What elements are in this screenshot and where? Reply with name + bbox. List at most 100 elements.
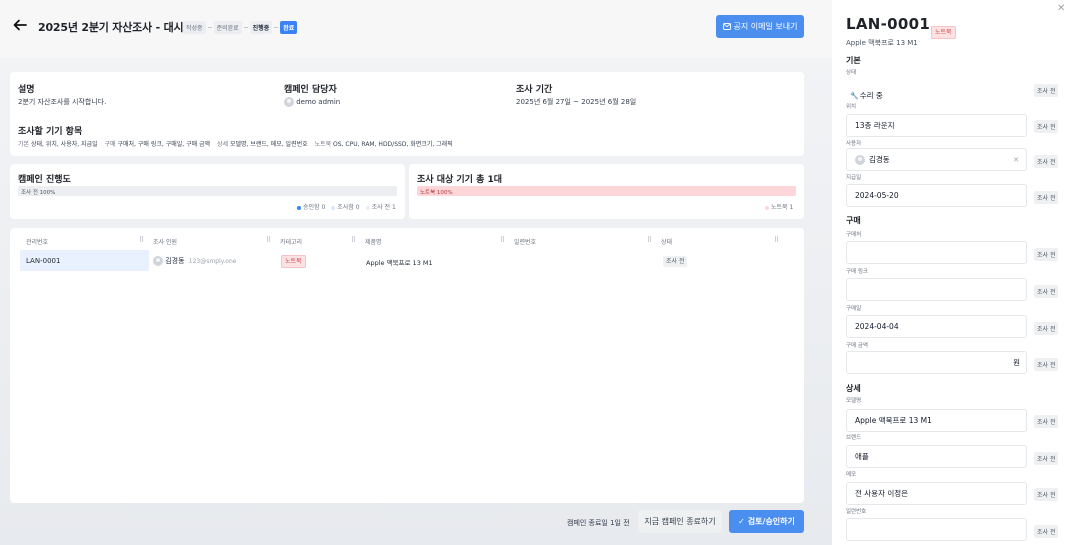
user-name: 김경동	[869, 155, 890, 164]
status-value-text: 수리 중	[859, 91, 883, 100]
legend-dot	[765, 205, 769, 210]
legend-not-surveyed: 조사 전 1	[365, 202, 396, 211]
column-header-status[interactable]: 상태	[661, 237, 672, 246]
target-bar-label: 노트북 100%	[420, 190, 453, 196]
cell-person: 김경동 123@smply.one	[153, 256, 236, 266]
avatar	[284, 97, 294, 107]
person-name: 김경동	[165, 257, 185, 265]
target-label: 조사 대상 기기 총 1대	[417, 175, 503, 185]
page-title: 2025년 2분기 자산조사 - 대시보드	[38, 21, 204, 34]
field-status-chip: 조사 전	[1034, 415, 1059, 428]
person-email: 123@smply.one	[188, 258, 237, 265]
column-header-id[interactable]: 관리번호	[26, 237, 48, 246]
purchase-link-input[interactable]	[846, 278, 1027, 301]
end-campaign-now-button[interactable]: 지금 캠페인 종료하기	[638, 510, 722, 533]
issue-date-input[interactable]: 2024-05-20	[846, 184, 1027, 207]
target-bar-fill	[417, 186, 796, 196]
vendor-input[interactable]	[846, 241, 1027, 264]
status-badge: 조사 전	[663, 256, 688, 267]
device-model-subtitle: Apple 맥북프로 13 M1	[846, 39, 918, 47]
field-label-status: 상태	[846, 70, 857, 76]
group-name: 기본	[18, 141, 30, 148]
field-status-chip: 조사 전	[1034, 155, 1059, 168]
field-label-user: 사용자	[846, 141, 862, 147]
dashboard-main: 2025년 2분기 자산조사 - 대시보드 작성중 준비완료 진행중 완료 공지…	[0, 0, 832, 545]
field-status-chip: 조사 전	[1034, 191, 1059, 204]
avatar	[153, 256, 163, 266]
step-ready: 준비완료	[213, 21, 242, 34]
target-legend: 노트북 1	[765, 202, 793, 211]
progress-bar-fill	[18, 186, 397, 196]
location-input[interactable]: 13층 라운지	[846, 114, 1027, 137]
manager-value: demo admin	[284, 97, 340, 107]
purchase-date-input[interactable]: 2024-04-04	[846, 315, 1027, 338]
legend-approved: 승인함 0	[297, 202, 325, 211]
column-drag-handle-icon[interactable]: ⠿	[351, 236, 356, 244]
column-header-product[interactable]: 제품명	[365, 237, 382, 246]
step-separator	[243, 27, 248, 28]
target-bar-track	[417, 186, 796, 196]
description-label: 설명	[18, 85, 35, 95]
field-status-chip: 조사 전	[1034, 525, 1059, 538]
section-basic: 기본	[846, 56, 861, 65]
campaign-end-notice: 캠페인 종료일 1일 전	[567, 519, 630, 527]
group-fields: 구매처, 구매 링크, 구매일, 구매 금액	[117, 141, 211, 148]
group-fields: OS, CPU, RAM, HDD/SSD, 화면크기, 그래픽	[333, 141, 453, 148]
legend-dot	[297, 205, 301, 210]
group-name: 구매	[104, 141, 116, 148]
group-name: 노트북	[314, 141, 332, 148]
legend-laptop: 노트북 1	[765, 202, 793, 211]
cell-product: Apple 맥북프로 13 M1	[366, 259, 433, 267]
device-id-title: LAN-0001	[846, 15, 931, 33]
field-label-vendor: 구매처	[846, 232, 862, 238]
field-status-chip: 조사 전	[1034, 285, 1059, 298]
purchase-price-input[interactable]: 원	[846, 351, 1027, 374]
send-notice-email-button[interactable]: 공지 이메일 보내기	[716, 15, 804, 38]
legend-surveyed: 조사함 0	[331, 202, 360, 211]
field-label-purchase-price: 구매 금액	[846, 343, 868, 349]
back-arrow-icon[interactable]	[12, 17, 28, 33]
close-icon[interactable]: ✕	[1057, 3, 1065, 14]
progress-bar-track	[18, 186, 397, 196]
period-label: 조사 기간	[516, 85, 553, 95]
column-header-serial[interactable]: 일련번호	[514, 237, 536, 246]
field-status-chip: 조사 전	[1034, 358, 1059, 371]
column-drag-handle-icon[interactable]: ⠿	[774, 236, 779, 244]
step-drafting: 작성중	[183, 21, 206, 34]
step-in-progress: 진행중	[249, 21, 273, 34]
legend-laptop-text: 노트북 1	[771, 204, 794, 211]
survey-items-label: 조사할 기기 항목	[18, 127, 83, 137]
mail-icon	[722, 23, 731, 30]
field-label-model: 모델명	[846, 398, 862, 404]
review-approve-button[interactable]: ✓ 검토/승인하기	[729, 510, 804, 533]
column-header-person[interactable]: 조사 인원	[153, 237, 177, 246]
survey-items-list: 기본 상태, 위치, 사용자, 지급일 구매 구매처, 구매 링크, 구매일, …	[18, 139, 453, 148]
cell-status: 조사 전	[663, 256, 688, 267]
column-drag-handle-icon[interactable]: ⠿	[500, 236, 505, 244]
column-drag-handle-icon[interactable]: ⠿	[139, 236, 144, 244]
group-fields: 모델명, 브랜드, 메모, 일련번호	[229, 141, 308, 148]
clear-icon[interactable]: ✕	[1013, 156, 1019, 164]
legend-approved-text: 승인함 0	[303, 204, 326, 211]
campaign-stepper: 작성중 준비완료 진행중 완료	[183, 21, 298, 34]
legend-dot	[365, 205, 370, 210]
user-select[interactable]: 김경동 ✕	[846, 148, 1027, 171]
step-separator	[207, 27, 212, 28]
send-notice-email-label: 공지 이메일 보내기	[733, 22, 798, 31]
column-drag-handle-icon[interactable]: ⠿	[266, 236, 271, 244]
progress-label: 캠페인 진행도	[18, 175, 71, 185]
review-approve-label: 검토/승인하기	[747, 517, 795, 526]
column-drag-handle-icon[interactable]: ⠿	[647, 236, 652, 244]
serial-input[interactable]	[846, 518, 1027, 541]
model-input[interactable]: Apple 맥북프로 13 M1	[846, 409, 1027, 432]
brand-input[interactable]: 애플	[846, 445, 1027, 468]
field-label-memo: 메모	[846, 472, 857, 478]
column-header-category[interactable]: 카테고리	[280, 237, 302, 246]
description-text: 2분기 자산조사를 시작합니다.	[18, 98, 107, 106]
field-status-chip: 조사 전	[1034, 322, 1059, 335]
field-label-location: 위치	[846, 104, 857, 110]
cell-id[interactable]: LAN-0001	[26, 257, 60, 265]
field-label-purchase-link: 구매 링크	[846, 269, 868, 275]
memo-input[interactable]: 전 사용자 이정은	[846, 482, 1027, 505]
field-label-issue-date: 지급일	[846, 175, 862, 181]
